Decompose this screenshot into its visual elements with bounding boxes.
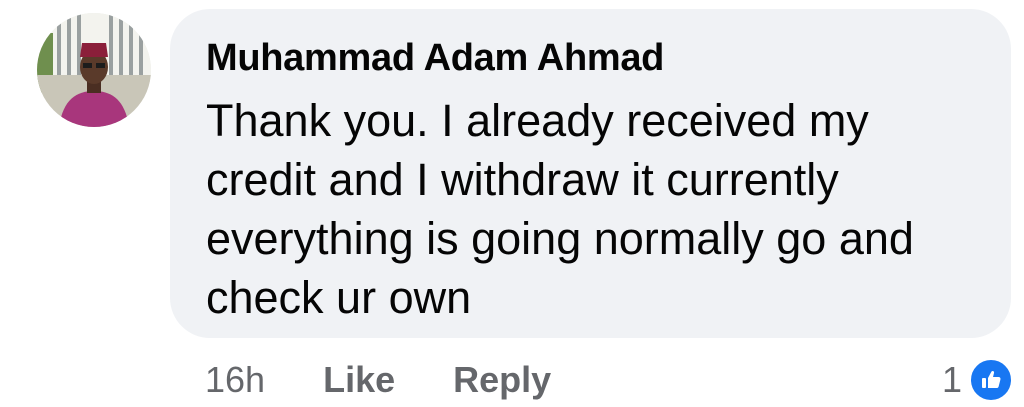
comment-timestamp[interactable]: 16h bbox=[205, 359, 265, 401]
reaction-summary[interactable]: 1 bbox=[942, 355, 1014, 405]
like-button[interactable]: Like bbox=[323, 359, 395, 401]
comment-text: Thank you. I already received my credit … bbox=[206, 95, 914, 323]
reply-button[interactable]: Reply bbox=[453, 359, 551, 401]
comment-actions: 16h Like Reply bbox=[205, 355, 551, 405]
avatar[interactable] bbox=[37, 13, 151, 127]
comment-bubble: Muhammad Adam Ahmad Thank you. I already… bbox=[170, 9, 1011, 338]
comment-author[interactable]: Muhammad Adam Ahmad bbox=[206, 35, 981, 81]
reaction-count: 1 bbox=[941, 359, 962, 400]
thumbs-up-icon bbox=[968, 357, 1014, 403]
avatar-photo bbox=[37, 13, 151, 127]
